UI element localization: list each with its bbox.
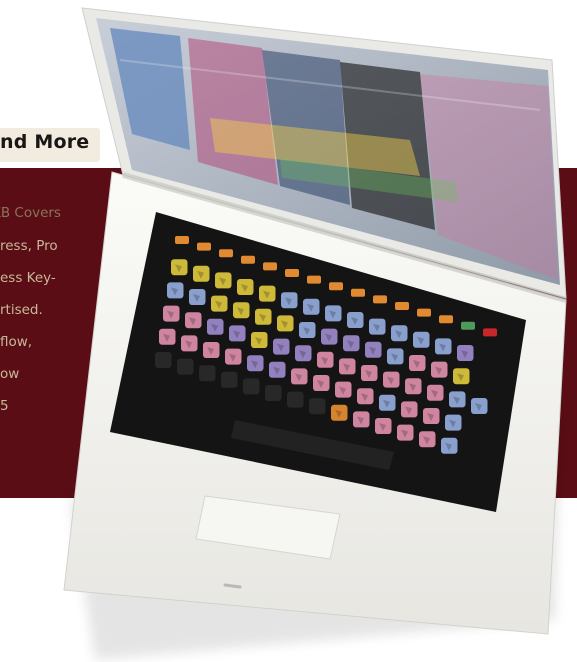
function-key [483, 328, 497, 337]
function-key [197, 242, 211, 251]
function-key [395, 302, 409, 310]
function-key [219, 249, 233, 258]
function-key [417, 308, 431, 317]
function-key [241, 255, 255, 264]
function-key [373, 295, 387, 304]
function-key [285, 269, 299, 277]
function-key [439, 315, 453, 324]
function-key [351, 288, 365, 297]
function-key [263, 262, 277, 271]
function-key [329, 282, 343, 291]
function-key [175, 236, 189, 244]
laptop-illustration [63, 7, 567, 660]
function-key [461, 321, 475, 330]
image-stage: nd More KB Covers ress, Pro ess Key- rti… [0, 0, 577, 662]
function-key [307, 275, 321, 284]
